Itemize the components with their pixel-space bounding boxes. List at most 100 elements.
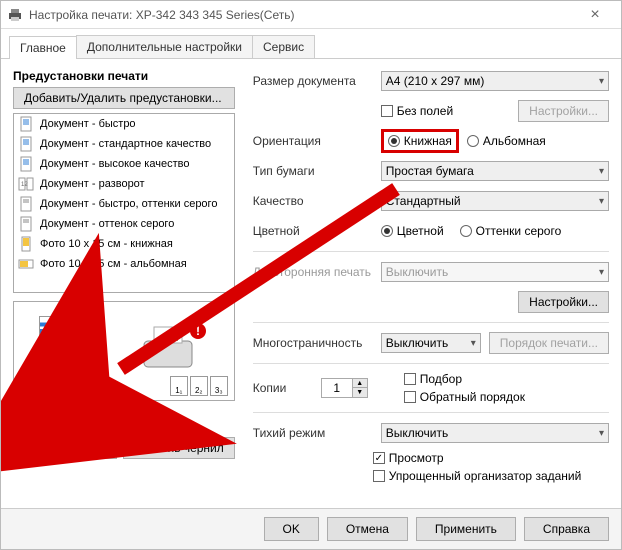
preset-label: Фото 10 x 15 см - альбомная bbox=[40, 258, 187, 270]
radio-icon bbox=[467, 135, 479, 147]
tab-main[interactable]: Главное bbox=[9, 36, 77, 59]
photo-landscape-icon bbox=[18, 256, 34, 272]
photo-portrait-icon bbox=[18, 236, 34, 252]
radio-icon bbox=[388, 135, 400, 147]
color-gray-radio[interactable]: Оттенки серого bbox=[460, 224, 562, 238]
duplex-settings-button[interactable]: Настройки... bbox=[518, 291, 609, 313]
checkbox-icon bbox=[381, 105, 393, 117]
apply-button[interactable]: Применить bbox=[416, 517, 516, 541]
cancel-button[interactable]: Отмена bbox=[327, 517, 408, 541]
paper-type-select[interactable]: Простая бумага ▾ bbox=[381, 161, 609, 181]
preset-label: Документ - разворот bbox=[40, 178, 145, 190]
paper-type-value: Простая бумага bbox=[386, 164, 474, 178]
collate-checkbox[interactable]: Подбор bbox=[404, 372, 525, 386]
preset-label: Фото 10 x 15 см - книжная bbox=[40, 238, 173, 250]
orientation-label: Ориентация bbox=[253, 134, 373, 148]
color-color-radio[interactable]: Цветной bbox=[381, 224, 444, 238]
chevron-down-icon: ▾ bbox=[599, 196, 604, 207]
color-label: Цветной bbox=[253, 224, 373, 238]
chevron-down-icon: ▾ bbox=[599, 76, 604, 87]
doc-icon bbox=[18, 116, 34, 132]
checkbox-icon bbox=[404, 391, 416, 403]
quiet-value: Выключить bbox=[386, 426, 448, 440]
printer-icon bbox=[7, 7, 23, 23]
borderless-settings-button: Настройки... bbox=[518, 100, 609, 122]
footer: OK Отмена Применить Справка bbox=[1, 508, 621, 549]
preset-item[interactable]: Документ - оттенок серого bbox=[14, 214, 234, 234]
tab-advanced[interactable]: Дополнительные настройки bbox=[76, 35, 253, 58]
show-settings-button[interactable]: Показать настройки bbox=[13, 409, 153, 431]
reverse-label: Обратный порядок bbox=[420, 390, 525, 404]
orientation-landscape-label: Альбомная bbox=[483, 134, 546, 148]
paper-type-label: Тип бумаги bbox=[253, 164, 373, 178]
color-color-label: Цветной bbox=[397, 224, 444, 238]
print-preview-checkbox[interactable]: Просмотр bbox=[373, 451, 444, 465]
presets-title: Предустановки печати bbox=[13, 69, 235, 83]
add-remove-presets-button[interactable]: Добавить/Удалить предустановки... bbox=[13, 87, 235, 109]
size-value: A4 (210 x 297 мм) bbox=[386, 74, 485, 88]
spin-down-icon[interactable]: ▼ bbox=[353, 388, 367, 397]
preset-label: Документ - быстро, оттенки серого bbox=[40, 198, 217, 210]
quality-label: Качество bbox=[253, 194, 373, 208]
quality-select[interactable]: Стандартный ▾ bbox=[381, 191, 609, 211]
defaults-button[interactable]: По умолчанию bbox=[13, 437, 117, 459]
reverse-checkbox[interactable]: Обратный порядок bbox=[404, 390, 525, 404]
chevron-down-icon: ▾ bbox=[599, 267, 604, 278]
mini-page: 3₃ bbox=[210, 376, 228, 396]
spin-up-icon[interactable]: ▲ bbox=[353, 379, 367, 388]
preset-label: Документ - быстро bbox=[40, 118, 136, 130]
orientation-highlight: Книжная bbox=[381, 129, 459, 153]
borderless-checkbox[interactable]: Без полей bbox=[381, 104, 453, 118]
preset-item[interactable]: Фото 10 x 15 см - книжная bbox=[14, 234, 234, 254]
window-title: Настройка печати: XP-342 343 345 Series(… bbox=[29, 8, 575, 22]
document-preview-icon bbox=[39, 316, 93, 386]
preview-label: Просмотр bbox=[389, 451, 444, 465]
copies-input[interactable] bbox=[322, 380, 352, 396]
quiet-select[interactable]: Выключить ▾ bbox=[381, 423, 609, 443]
doc-gray-icon bbox=[18, 196, 34, 212]
orientation-portrait-radio[interactable]: Книжная bbox=[388, 134, 452, 148]
preset-item[interactable]: Фото 10 x 15 см - альбомная bbox=[14, 254, 234, 274]
checkbox-icon bbox=[373, 470, 385, 482]
help-button[interactable]: Справка bbox=[524, 517, 609, 541]
content: Предустановки печати Добавить/Удалить пр… bbox=[1, 59, 621, 508]
preset-item[interactable]: Документ - стандартное качество bbox=[14, 134, 234, 154]
preview-area: ! 1₁ 2₂ 3₃ bbox=[13, 301, 235, 401]
copies-spinner[interactable]: ▲ ▼ bbox=[321, 378, 368, 398]
doc-spread-icon: 12 bbox=[18, 176, 34, 192]
simple-label: Упрощенный организатор заданий bbox=[389, 469, 582, 483]
printer-preview-icon: ! bbox=[136, 321, 208, 381]
orientation-landscape-radio[interactable]: Альбомная bbox=[467, 134, 546, 148]
tab-service[interactable]: Сервис bbox=[252, 35, 315, 58]
close-button[interactable]: × bbox=[575, 7, 615, 23]
preset-item[interactable]: Документ - быстро bbox=[14, 114, 234, 134]
preset-item[interactable]: Документ - высокое качество bbox=[14, 154, 234, 174]
simple-organizer-checkbox[interactable]: Упрощенный организатор заданий bbox=[373, 469, 582, 483]
quality-value: Стандартный bbox=[386, 194, 461, 208]
tabs: Главное Дополнительные настройки Сервис bbox=[1, 29, 621, 59]
borderless-label: Без полей bbox=[397, 104, 453, 118]
preset-list[interactable]: Документ - быстро Документ - стандартное… bbox=[13, 113, 235, 293]
preset-label: Документ - высокое качество bbox=[40, 158, 189, 170]
duplex-select: Выключить ▾ bbox=[381, 262, 609, 282]
radio-icon bbox=[460, 225, 472, 237]
mini-page: 1₁ bbox=[170, 376, 188, 396]
doc-icon bbox=[18, 136, 34, 152]
preset-label: Документ - стандартное качество bbox=[40, 138, 211, 150]
size-label: Размер документа bbox=[253, 74, 373, 88]
page-order-icons: 1₁ 2₂ 3₃ bbox=[170, 376, 228, 396]
multi-select[interactable]: Выключить ▾ bbox=[381, 333, 481, 353]
chevron-down-icon: ▾ bbox=[471, 338, 476, 349]
checkbox-icon bbox=[373, 452, 385, 464]
ok-button[interactable]: OK bbox=[264, 517, 319, 541]
multi-label: Многостраничность bbox=[253, 336, 373, 350]
multi-value: Выключить bbox=[386, 336, 448, 350]
chevron-down-icon: ▾ bbox=[599, 166, 604, 177]
preset-item[interactable]: Документ - быстро, оттенки серого bbox=[14, 194, 234, 214]
preset-item[interactable]: 12 Документ - разворот bbox=[14, 174, 234, 194]
duplex-value: Выключить bbox=[386, 265, 448, 279]
size-select[interactable]: A4 (210 x 297 мм) ▾ bbox=[381, 71, 609, 91]
quiet-label: Тихий режим bbox=[253, 426, 373, 440]
preset-label: Документ - оттенок серого bbox=[40, 218, 174, 230]
ink-levels-button[interactable]: Уровень чернил bbox=[123, 437, 235, 459]
